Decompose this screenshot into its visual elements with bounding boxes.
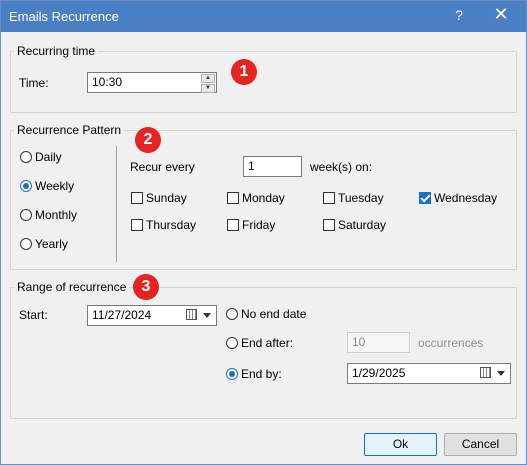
time-value: 10:30	[92, 75, 123, 89]
spin-up-icon[interactable]: ▲	[201, 74, 215, 83]
checkbox-thursday[interactable]	[131, 219, 143, 231]
recur-every-label: Recur every	[130, 160, 195, 174]
checkbox-tuesday[interactable]	[323, 192, 335, 204]
end-by-date-value: 1/29/2025	[352, 366, 406, 380]
recur-every-value: 1	[248, 159, 255, 173]
radio-no-end-date[interactable]	[226, 308, 238, 320]
radio-yearly[interactable]	[20, 238, 32, 250]
time-spinner[interactable]: ▲ ▼	[201, 74, 215, 93]
title-bar: Emails Recurrence ? ✕	[1, 1, 526, 32]
chevron-down-icon[interactable]	[203, 313, 211, 318]
checkbox-tuesday-label: Tuesday	[338, 191, 384, 205]
radio-end-after[interactable]	[226, 337, 238, 349]
radio-weekly-label: Weekly	[35, 179, 75, 193]
checkbox-saturday-label: Saturday	[338, 218, 387, 232]
recur-every-input[interactable]: 1	[243, 156, 302, 177]
step-badge-1: 1	[231, 59, 257, 85]
pattern-divider	[116, 146, 117, 262]
checkbox-wednesday-label: Wednesday	[434, 191, 498, 205]
range-legend: Range of recurrence	[17, 280, 127, 294]
help-icon[interactable]: ?	[451, 7, 467, 23]
radio-monthly-label: Monthly	[35, 208, 78, 222]
start-label: Start:	[19, 308, 48, 322]
checkbox-thursday-label: Thursday	[146, 218, 197, 232]
radio-daily[interactable]	[20, 151, 32, 163]
time-input[interactable]: 10:30 ▲ ▼	[87, 72, 217, 93]
radio-end-by-label: End by:	[241, 367, 282, 381]
spin-down-icon[interactable]: ▼	[201, 84, 215, 93]
recurrence-pattern-legend: Recurrence Pattern	[17, 123, 122, 137]
weeks-on-label: week(s) on:	[310, 160, 373, 174]
end-after-value: 10	[352, 335, 366, 349]
checkbox-friday[interactable]	[227, 219, 239, 231]
radio-monthly[interactable]	[20, 209, 32, 221]
recurring-time-legend: Recurring time	[17, 44, 96, 58]
radio-weekly[interactable]	[20, 180, 32, 192]
close-icon[interactable]: ✕	[493, 4, 509, 25]
occurrences-label: occurrences	[418, 336, 484, 350]
checkbox-saturday[interactable]	[323, 219, 335, 231]
calendar-icon[interactable]	[480, 367, 491, 378]
checkbox-monday-label: Monday	[242, 191, 285, 205]
dialog-window: Emails Recurrence ? ✕ Recurring time Tim…	[0, 0, 527, 465]
checkbox-wednesday[interactable]	[419, 192, 431, 204]
window-title: Emails Recurrence	[9, 9, 119, 24]
radio-daily-label: Daily	[35, 150, 62, 164]
radio-end-by[interactable]	[226, 368, 238, 380]
radio-no-end-date-label: No end date	[241, 307, 307, 321]
start-date-value: 11/27/2024	[92, 308, 152, 322]
chevron-down-icon[interactable]	[497, 371, 505, 376]
end-by-date-picker[interactable]: 1/29/2025	[347, 363, 511, 384]
calendar-icon[interactable]	[186, 309, 197, 320]
checkbox-friday-label: Friday	[242, 218, 276, 232]
step-badge-2: 2	[135, 127, 161, 153]
checkbox-sunday[interactable]	[131, 192, 143, 204]
ok-button[interactable]: Ok	[364, 433, 437, 456]
checkbox-sunday-label: Sunday	[146, 191, 187, 205]
start-date-picker[interactable]: 11/27/2024	[87, 305, 217, 326]
step-badge-3: 3	[133, 274, 159, 300]
end-after-input[interactable]: 10	[347, 332, 410, 353]
time-label: Time:	[19, 76, 49, 90]
checkbox-monday[interactable]	[227, 192, 239, 204]
radio-yearly-label: Yearly	[35, 237, 68, 251]
cancel-button[interactable]: Cancel	[444, 433, 517, 456]
radio-end-after-label: End after:	[241, 336, 294, 350]
